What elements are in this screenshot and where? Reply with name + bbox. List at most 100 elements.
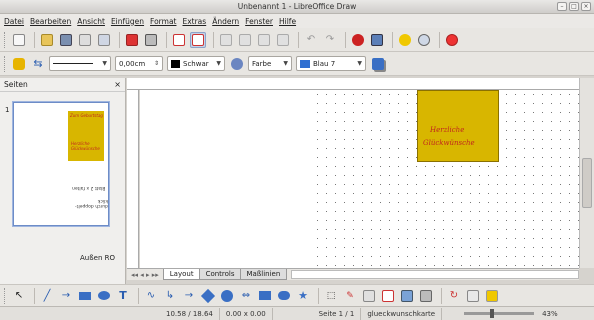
ellipse-icon[interactable] (96, 288, 112, 304)
spellcheck-icon[interactable] (171, 32, 187, 48)
clone-formatting-icon[interactable] (275, 32, 291, 48)
drawing-toolbar: ↖ ╱ → T ∿ ↳ → ⇔ ★ ⬚ ✎ ↻ (0, 284, 594, 306)
toolbar-grip[interactable] (4, 31, 7, 48)
shadow-icon[interactable] (370, 56, 386, 72)
horizontal-scrollbar[interactable] (291, 270, 579, 279)
card-image[interactable]: Herzliche Glückwünsche (417, 90, 499, 162)
tab-nav-icons[interactable]: ◂◂ ◂ ▸ ▸▸ (127, 271, 163, 279)
text-icon[interactable]: T (115, 288, 131, 304)
save-icon[interactable] (58, 32, 74, 48)
drawing-canvas[interactable]: Herzliche Glückwünsche (140, 90, 579, 268)
toolbar-grip[interactable] (4, 287, 7, 304)
menu-modify[interactable]: Ändern (212, 17, 239, 26)
align-icon[interactable] (465, 288, 481, 304)
separator (166, 31, 167, 48)
thumbnail-text-line: Blatt 2 x falten (72, 185, 106, 190)
page-thumbnail[interactable]: Zum Geburtstag Herzliche Glückwünsche Bl… (13, 102, 109, 226)
navigator-icon[interactable] (397, 32, 413, 48)
fontwork-icon[interactable] (361, 288, 377, 304)
tab-controls[interactable]: Controls (198, 269, 242, 280)
separator (441, 287, 442, 304)
menu-tools[interactable]: Extras (182, 17, 206, 26)
horizontal-ruler[interactable] (127, 78, 579, 90)
close-panel-icon[interactable]: × (114, 80, 121, 89)
menu-help[interactable]: Hilfe (279, 17, 296, 26)
paste-icon[interactable] (256, 32, 272, 48)
pages-panel-title: Seiten (4, 80, 28, 89)
tab-dimension-lines[interactable]: Maßlinien (239, 269, 288, 280)
print-icon[interactable] (143, 32, 159, 48)
open-icon[interactable] (39, 32, 55, 48)
glue-points-icon[interactable]: ✎ (342, 288, 358, 304)
vertical-scrollbar[interactable] (579, 78, 594, 268)
separator (345, 31, 346, 48)
scroll-thumb[interactable] (582, 158, 592, 208)
extrusion-icon[interactable] (350, 32, 366, 48)
cut-icon[interactable] (218, 32, 234, 48)
from-file-icon[interactable] (380, 288, 396, 304)
new-document-icon[interactable] (11, 32, 27, 48)
pages-panel-header: Seiten × (0, 78, 125, 92)
canvas-left-area (140, 90, 313, 268)
zoom-slider[interactable] (464, 309, 535, 318)
gallery-draw-icon[interactable] (399, 288, 415, 304)
select-icon[interactable]: ↖ (11, 288, 27, 304)
arrow-line-icon[interactable]: → (58, 288, 74, 304)
separator (213, 31, 214, 48)
help-icon[interactable] (444, 32, 460, 48)
vertical-ruler[interactable] (127, 90, 139, 268)
stars-icon[interactable]: ★ (295, 288, 311, 304)
layer-tabs: ◂◂ ◂ ▸ ▸▸ Layout Controls Maßlinien (127, 268, 579, 280)
zoom-icon[interactable] (416, 32, 432, 48)
block-arrows-icon[interactable]: ⇔ (238, 288, 254, 304)
gallery-icon[interactable] (369, 32, 385, 48)
separator (392, 31, 393, 48)
line-icon[interactable]: ⇆ (30, 56, 46, 72)
menu-edit[interactable]: Bearbeiten (30, 17, 71, 26)
connector-icon[interactable]: ↳ (162, 288, 178, 304)
standard-toolbar: ↶ ↷ (0, 28, 594, 52)
edit-file-icon[interactable] (96, 32, 112, 48)
line-tool-icon[interactable]: ╱ (39, 288, 55, 304)
extrusion-toggle-icon[interactable] (418, 288, 434, 304)
menu-window[interactable]: Fenster (245, 17, 273, 26)
line-style-dropdown[interactable]: ▼ (49, 56, 111, 71)
line-filling-toolbar: ⇆ ▼ 0,00cm ⇕ Schwar ▼ Farbe ▼ Blau 7 ▼ (0, 52, 594, 76)
separator (119, 31, 120, 48)
autospellcheck-icon[interactable] (190, 31, 206, 48)
toolbar-grip[interactable] (4, 55, 7, 72)
styles-icon[interactable] (11, 56, 27, 72)
greeting-line-1: Herzliche (430, 126, 465, 134)
maximize-icon[interactable]: □ (569, 2, 579, 11)
arrange-icon[interactable] (484, 288, 500, 304)
close-icon[interactable]: × (581, 2, 591, 11)
minimize-icon[interactable]: – (557, 2, 567, 11)
menu-insert[interactable]: Einfügen (111, 17, 144, 26)
menu-view[interactable]: Ansicht (77, 17, 105, 26)
symbol-shapes-icon[interactable] (219, 288, 235, 304)
undo-icon[interactable]: ↶ (303, 32, 319, 48)
lines-arrows-icon[interactable]: → (181, 288, 197, 304)
menu-file[interactable]: Datei (4, 17, 24, 26)
line-width-field[interactable]: 0,00cm ⇕ (115, 56, 163, 71)
line-color-dropdown[interactable]: Schwar ▼ (167, 56, 225, 71)
area-icon[interactable] (229, 56, 245, 72)
area-color-dropdown[interactable]: Blau 7 ▼ (296, 56, 366, 71)
area-style-dropdown[interactable]: Farbe ▼ (248, 56, 292, 71)
basic-shapes-icon[interactable] (200, 288, 216, 304)
thumbnail-greeting: Herzliche Glückwünsche (71, 141, 100, 151)
redo-icon[interactable]: ↷ (322, 32, 338, 48)
export-pdf-icon[interactable] (124, 32, 140, 48)
tab-layout[interactable]: Layout (162, 269, 201, 280)
rectangle-icon[interactable] (77, 288, 93, 304)
drawing-page[interactable]: Herzliche Glückwünsche (313, 90, 579, 268)
callouts-icon[interactable] (276, 288, 292, 304)
points-icon[interactable]: ⬚ (323, 288, 339, 304)
curve-icon[interactable]: ∿ (143, 288, 159, 304)
copy-icon[interactable] (237, 32, 253, 48)
email-icon[interactable] (77, 32, 93, 48)
rotate-icon[interactable]: ↻ (446, 288, 462, 304)
menu-format[interactable]: Format (150, 17, 176, 26)
flowchart-icon[interactable] (257, 288, 273, 304)
zoom-slider-thumb[interactable] (490, 309, 495, 318)
